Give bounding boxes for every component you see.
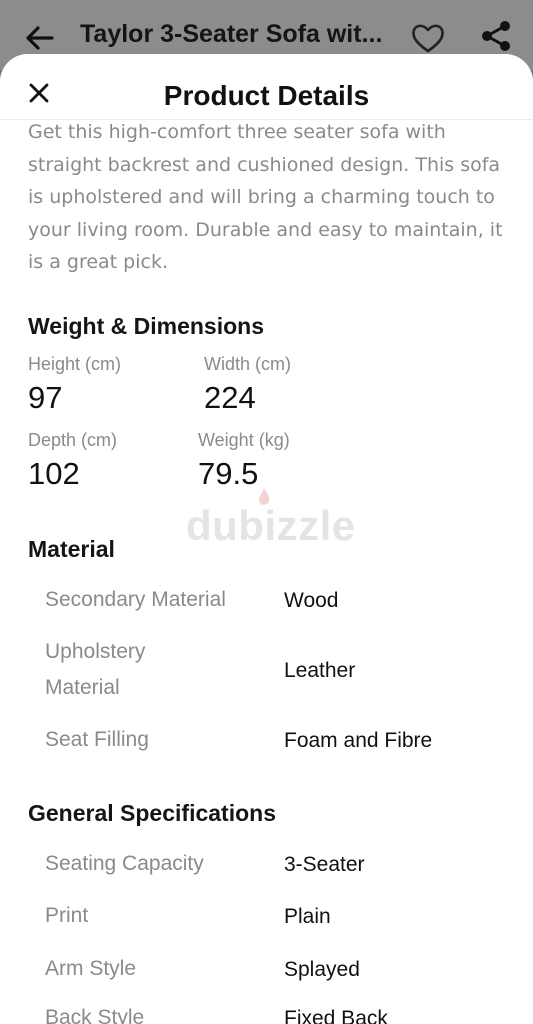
arrow-left-icon[interactable] [22,20,58,56]
share-icon[interactable] [478,18,514,54]
spec-value: Splayed [284,958,360,981]
spec-label: Upholstery Material [45,640,146,699]
spec-value: Fixed Back [284,1007,388,1024]
spec-value: 3-Seater [284,853,365,876]
spec-label: Secondary Material [45,588,226,611]
width-label: Width (cm) [204,354,291,374]
width-value: 224 [204,380,256,415]
spec-label: Seat Filling [45,728,149,751]
spec-value: Foam and Fibre [284,729,433,752]
listing-title: Taylor 3-Seater Sofa wit... [80,20,383,48]
product-details-sheet: Product Details Get this high-comfort th… [0,54,533,1024]
weight-value: 79.5 [198,456,259,491]
spec-label: Print [45,904,89,927]
depth-label: Depth (cm) [28,430,118,450]
weight-label: Weight (kg) [198,430,290,450]
material-heading: Material [28,536,115,562]
spec-label: Arm Style [45,957,137,980]
spec-label: Back Style [45,1006,145,1024]
spec-value: Leather [284,659,356,682]
spec-label: Seating Capacity [45,852,204,875]
general-specifications-heading: General Specifications [28,800,276,826]
height-value: 97 [28,380,63,415]
heart-icon[interactable] [408,18,448,58]
depth-value: 102 [28,456,80,491]
spec-value: Wood [284,589,339,612]
dubizzle-watermark: dubizzle [186,502,356,549]
weight-dimensions-heading: Weight & Dimensions [28,313,264,339]
sheet-header: Product Details [0,54,533,120]
sheet-title: Product Details [163,80,370,111]
product-description: Get this high-comfort three seater sofa … [28,121,503,273]
spec-value: Plain [284,905,331,928]
height-label: Height (cm) [28,354,122,374]
